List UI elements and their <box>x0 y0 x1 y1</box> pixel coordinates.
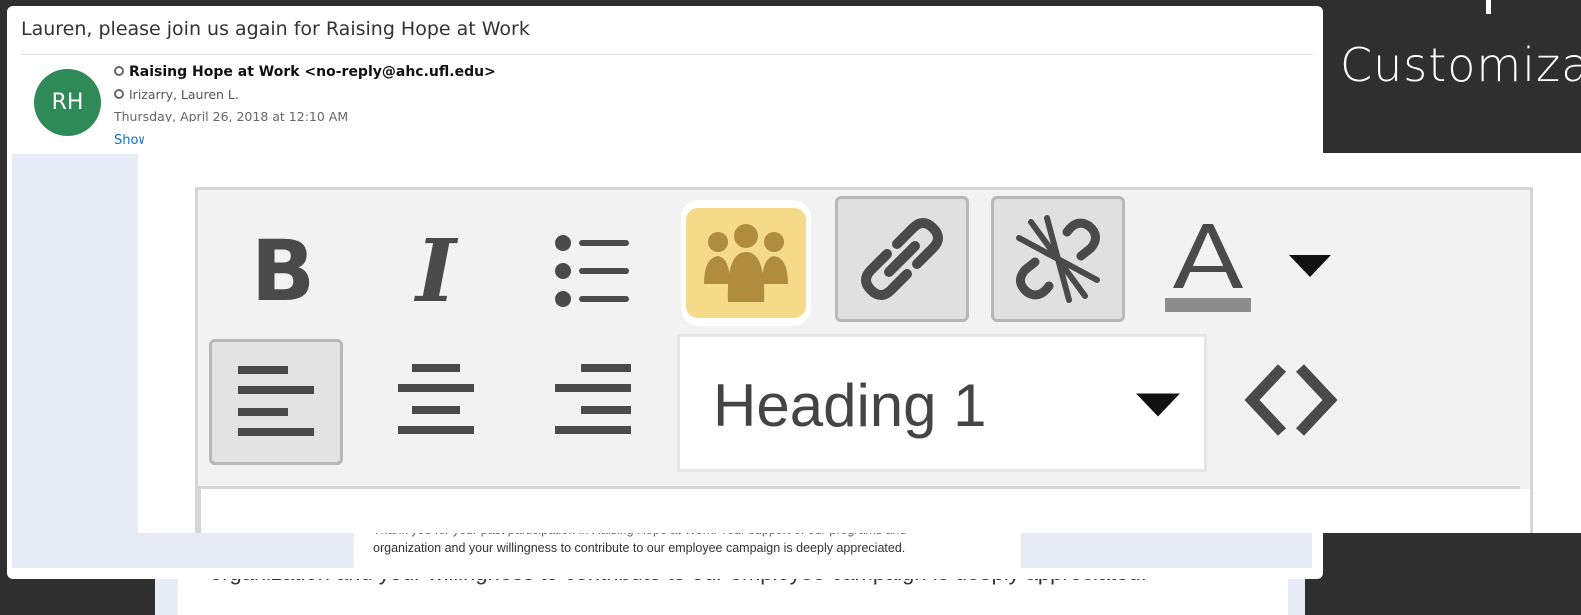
slide-title: Customizati <box>1340 38 1581 92</box>
align-left-button[interactable] <box>209 339 343 465</box>
avatar: RH <box>34 69 101 136</box>
align-right-icon <box>555 364 631 434</box>
sender-name: Raising Hope at Work <no-reply@ahc.ufl.e… <box>129 64 496 80</box>
email-date: Thursday, April 26, 2018 at 12:10 AM <box>114 109 349 122</box>
bulleted-list-button[interactable] <box>548 226 638 316</box>
align-left-icon <box>238 366 314 436</box>
subject-divider <box>21 54 1313 55</box>
sender[interactable]: Raising Hope at Work <no-reply@ahc.ufl.e… <box>114 64 496 80</box>
italic-button[interactable]: I <box>391 221 481 322</box>
group-button[interactable] <box>681 200 811 326</box>
bold-button[interactable]: B <box>238 222 328 320</box>
bulleted-list-icon <box>555 235 629 307</box>
source-code-button[interactable] <box>1243 355 1339 445</box>
italic-icon: I <box>415 220 457 322</box>
chevron-down-icon <box>1136 393 1180 417</box>
font-color-button[interactable] <box>1163 216 1253 316</box>
presence-icon <box>114 66 124 76</box>
font-color-icon <box>1165 224 1251 312</box>
editor-toolbar: B I Heading 1 <box>195 187 1533 533</box>
format-value: Heading 1 <box>713 372 987 439</box>
presence-icon <box>114 89 124 99</box>
recipient-name: Irizarry, Lauren L. <box>129 87 239 102</box>
align-center-icon <box>398 364 474 434</box>
bold-icon: B <box>250 222 316 320</box>
recipient[interactable]: Irizarry, Lauren L. <box>114 87 239 102</box>
chevron-down-icon <box>1289 255 1331 277</box>
link-button[interactable] <box>835 196 969 322</box>
editor-content-area[interactable] <box>198 489 1530 533</box>
editor-toolbar-zoom: B I Heading 1 <box>138 153 1581 533</box>
source-code-icon <box>1244 364 1338 436</box>
group-icon <box>704 224 788 302</box>
slide-title-mark <box>1486 0 1491 14</box>
group-button-highlight <box>686 208 806 318</box>
email-body-text: organization and your willingness to con… <box>373 541 906 555</box>
unlink-button[interactable] <box>991 196 1125 322</box>
link-icon <box>861 218 943 300</box>
align-right-button[interactable] <box>548 350 638 450</box>
unlink-icon <box>1016 215 1100 303</box>
email-subject: Lauren, please join us again for Raising… <box>21 18 530 40</box>
show-details-link[interactable]: Show Details <box>114 133 144 148</box>
avatar-initials: RH <box>51 90 84 115</box>
font-color-dropdown[interactable] <box>1286 246 1334 286</box>
paragraph-format-select[interactable]: Heading 1 <box>677 334 1207 472</box>
align-center-button[interactable] <box>391 350 481 450</box>
